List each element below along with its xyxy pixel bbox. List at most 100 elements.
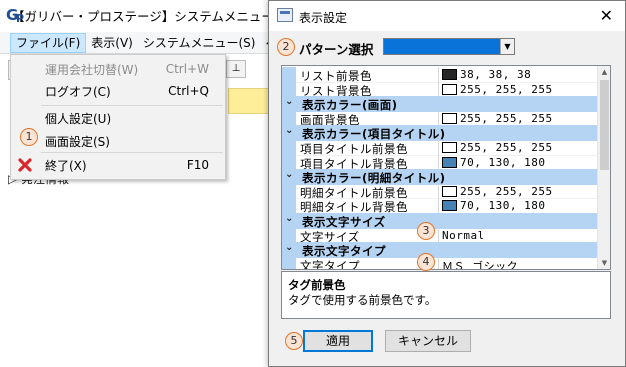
grid-property-value[interactable]: 38, 38, 38 bbox=[460, 68, 531, 81]
scroll-up-icon[interactable]: ▲ bbox=[599, 66, 610, 78]
pin-icon[interactable]: ⊥ bbox=[226, 60, 246, 78]
grid-gutter bbox=[282, 67, 296, 82]
color-swatch[interactable] bbox=[442, 156, 457, 168]
grid-property-value[interactable]: 70, 130, 180 bbox=[460, 156, 545, 169]
description-pane: タグ前景色 タグで使用する前景色です。 bbox=[281, 271, 611, 319]
grid-property-value[interactable]: 255, 255, 255 bbox=[460, 112, 553, 125]
color-swatch[interactable] bbox=[442, 69, 457, 80]
color-swatch[interactable] bbox=[442, 83, 457, 95]
callout-4: 4 bbox=[417, 253, 435, 271]
grid-gutter bbox=[282, 256, 296, 269]
grid-category[interactable]: ⌄ 表示カラー(明細タイトル) bbox=[282, 169, 598, 185]
grid-gutter bbox=[282, 183, 296, 199]
menu-separator bbox=[41, 152, 223, 153]
app-title: 【ガリバー・プロステージ】システムメニュー - [あさかわ bbox=[12, 8, 272, 24]
grid-column-divider bbox=[438, 81, 439, 97]
menu-item-label: 個人設定(U) bbox=[45, 111, 112, 126]
grid-property-value[interactable]: 70, 130, 180 bbox=[460, 199, 545, 212]
color-swatch[interactable] bbox=[442, 112, 457, 124]
dialog-title-bar: 表示設定 ✕ bbox=[269, 1, 625, 31]
collapse-chevron-icon[interactable]: ⌄ bbox=[285, 213, 294, 224]
grid-property-row[interactable]: リスト背景色 255, 255, 255 bbox=[282, 81, 598, 98]
property-grid[interactable]: リスト前景色 38, 38, 38 リスト背景色 255, 255, 255 ⌄ 表示カラ… bbox=[281, 65, 611, 270]
menu-item-shortcut: Ctrl+Q bbox=[168, 84, 209, 98]
chevron-down-icon[interactable]: ▼ bbox=[500, 39, 514, 54]
collapse-chevron-icon[interactable]: ⌄ bbox=[285, 125, 294, 136]
grid-category[interactable]: ⌄ 表示文字タイプ bbox=[282, 242, 598, 258]
dialog-title: 表示設定 bbox=[299, 11, 348, 25]
grid-column-divider bbox=[438, 256, 439, 269]
grid-property-row[interactable]: 明細タイトル前景色 255, 255, 255 bbox=[282, 183, 598, 200]
grid-property-name: 文字タイプ bbox=[300, 258, 360, 270]
menu-item-shortcut: F10 bbox=[186, 158, 209, 172]
grid-property-value[interactable]: 255, 255, 255 bbox=[460, 185, 553, 198]
grid-gutter bbox=[282, 227, 296, 243]
menu-file[interactable]: ファイル(F) bbox=[10, 32, 87, 53]
grid-gutter bbox=[282, 154, 296, 170]
pattern-select-dropdown[interactable]: ▼ bbox=[383, 38, 515, 55]
menu-item-shortcut: Ctrl+W bbox=[165, 62, 209, 76]
callout-1: 1 bbox=[20, 128, 38, 146]
grid-column-divider bbox=[438, 140, 439, 155]
grid-property-row[interactable]: 文字タイプ ＭＳ ゴシック bbox=[282, 256, 598, 270]
grid-property-value[interactable]: ＭＳ ゴシック bbox=[442, 258, 518, 269]
grid-scrollbar[interactable]: ▲ ▼ bbox=[597, 66, 610, 269]
scroll-down-icon[interactable]: ▼ bbox=[599, 257, 610, 269]
collapse-chevron-icon[interactable]: ⌄ bbox=[285, 169, 294, 180]
grid-property-row[interactable]: リスト前景色 38, 38, 38 bbox=[282, 67, 598, 83]
color-swatch[interactable] bbox=[442, 142, 457, 153]
grid-property-row[interactable]: 項目タイトル前景色 255, 255, 255 bbox=[282, 140, 598, 156]
grid-column-divider bbox=[438, 198, 439, 213]
display-settings-dialog: 表示設定 ✕ 2 パターン選択 ▼ リスト前景色 38, 38, 38 リスト背景色… bbox=[268, 0, 626, 367]
grid-property-value[interactable]: 255, 255, 255 bbox=[460, 141, 553, 154]
close-icon[interactable]: ✕ bbox=[600, 6, 613, 25]
menu-separator bbox=[41, 105, 223, 106]
scroll-thumb[interactable] bbox=[600, 80, 609, 170]
cancel-button[interactable]: キャンセル bbox=[385, 330, 471, 352]
menu-item-label: 終了(X) bbox=[45, 158, 87, 173]
menu-item-exit[interactable]: 終了(X) F10 bbox=[11, 154, 225, 176]
callout-2: 2 bbox=[277, 38, 295, 56]
grid-column-divider bbox=[438, 227, 439, 243]
menu-item-personal-settings[interactable]: 個人設定(U) bbox=[11, 107, 225, 129]
menu-item-logoff[interactable]: ログオフ(C) Ctrl+Q bbox=[11, 80, 225, 102]
grid-gutter bbox=[282, 198, 296, 213]
collapse-chevron-icon[interactable]: ⌄ bbox=[285, 242, 294, 253]
grid-column-divider bbox=[438, 67, 439, 82]
collapse-chevron-icon[interactable]: ⌄ bbox=[285, 96, 294, 107]
description-text: タグで使用する前景色です。 bbox=[288, 293, 437, 307]
grid-gutter bbox=[282, 110, 296, 126]
menu-item-screen-settings[interactable]: 画面設定(S) bbox=[11, 130, 225, 152]
grid-gutter bbox=[282, 140, 296, 155]
color-swatch[interactable] bbox=[442, 185, 457, 197]
color-swatch[interactable] bbox=[442, 200, 457, 212]
grid-property-row[interactable]: 画面背景色 255, 255, 255 bbox=[282, 110, 598, 127]
callout-3: 3 bbox=[417, 222, 435, 240]
menu-item-switch-company[interactable]: 運用会社切替(W) Ctrl+W bbox=[11, 58, 225, 80]
menu-item-label: 運用会社切替(W) bbox=[45, 62, 139, 77]
file-menu-dropdown: 運用会社切替(W) Ctrl+W ログオフ(C) Ctrl+Q 個人設定(U) … bbox=[10, 54, 226, 180]
callout-5: 5 bbox=[285, 332, 303, 350]
app-title-bar: GP 【ガリバー・プロステージ】システムメニュー - [あさかわ bbox=[0, 0, 272, 30]
grid-category[interactable]: ⌄ 表示カラー(画面) bbox=[282, 96, 598, 112]
grid-property-value[interactable]: Normal bbox=[442, 229, 485, 242]
menu-system[interactable]: システムメニュー(S) bbox=[138, 33, 261, 53]
description-title: タグ前景色 bbox=[288, 278, 346, 292]
red-x-icon bbox=[18, 158, 32, 172]
highlighted-panel bbox=[228, 88, 272, 114]
grid-property-value[interactable]: 255, 255, 255 bbox=[460, 83, 553, 96]
grid-property-row[interactable]: 明細タイトル背景色 70, 130, 180 bbox=[282, 198, 598, 214]
pattern-select-label: パターン選択 bbox=[299, 42, 374, 57]
grid-column-divider bbox=[438, 154, 439, 170]
grid-category[interactable]: ⌄ 表示文字サイズ bbox=[282, 213, 598, 229]
grid-property-row[interactable]: 文字サイズ Normal bbox=[282, 227, 598, 244]
grid-property-row[interactable]: 項目タイトル背景色 70, 130, 180 bbox=[282, 154, 598, 171]
apply-button[interactable]: 適用 bbox=[303, 330, 373, 352]
menubar: ファイル(F) 表示(V) システムメニュー(S) ヘルプ(H bbox=[0, 32, 272, 54]
menu-view[interactable]: 表示(V) bbox=[86, 33, 138, 53]
window-icon bbox=[277, 8, 293, 22]
grid-category[interactable]: ⌄ 表示カラー(項目タイトル) bbox=[282, 125, 598, 141]
main-app-window: GP 【ガリバー・プロステージ】システムメニュー - [あさかわ ファイル(F)… bbox=[0, 0, 272, 367]
menu-item-label: ログオフ(C) bbox=[45, 84, 111, 99]
grid-column-divider bbox=[438, 183, 439, 199]
